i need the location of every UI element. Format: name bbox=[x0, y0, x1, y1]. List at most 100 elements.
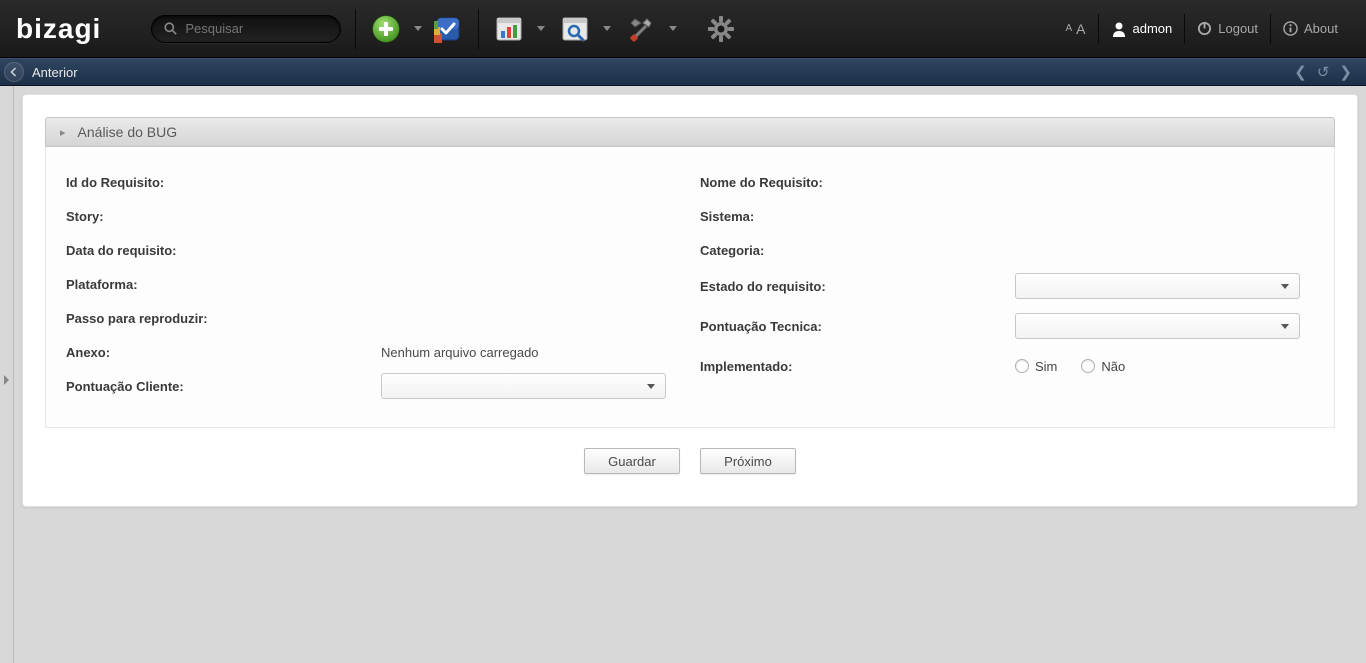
select-pontuacao-cliente[interactable] bbox=[381, 373, 666, 399]
field-anexo: Anexo: Nenhum arquivo carregado bbox=[66, 335, 680, 369]
field-implementado: Implementado: Sim Não bbox=[700, 349, 1314, 383]
about-label: About bbox=[1304, 21, 1338, 36]
chart-icon bbox=[495, 15, 523, 43]
expand-handle-icon bbox=[4, 375, 9, 385]
breadcrumb: Anterior ❮ ↺ ❯ bbox=[0, 58, 1366, 86]
radio-sim[interactable]: Sim bbox=[1015, 359, 1057, 374]
nav-next-icon[interactable]: ❯ bbox=[1339, 63, 1352, 81]
topbar: bizagi bbox=[0, 0, 1366, 58]
toolbar-reports-group bbox=[493, 13, 549, 45]
label-estado-requisito: Estado do requisito: bbox=[700, 279, 1015, 294]
radio-nao[interactable]: Não bbox=[1081, 359, 1125, 374]
radio-nao-label: Não bbox=[1101, 359, 1125, 374]
search-cases-button[interactable] bbox=[559, 13, 591, 45]
label-nome-requisito: Nome do Requisito: bbox=[700, 175, 1015, 190]
reports-button[interactable] bbox=[493, 13, 525, 45]
label-passo-reproduzir: Passo para reproduzir: bbox=[66, 311, 381, 326]
info-icon bbox=[1283, 21, 1298, 36]
label-categoria: Categoria: bbox=[700, 243, 1015, 258]
field-pontuacao-cliente: Pontuação Cliente: bbox=[66, 369, 680, 403]
field-plataforma: Plataforma: bbox=[66, 267, 680, 301]
field-story: Story: bbox=[66, 199, 680, 233]
field-data-requisito: Data do requisito: bbox=[66, 233, 680, 267]
dropdown-caret-icon bbox=[1281, 284, 1289, 289]
user-icon bbox=[1111, 21, 1127, 37]
left-column: Id do Requisito: Story: Data do requisit… bbox=[66, 165, 680, 403]
save-button[interactable]: Guardar bbox=[584, 448, 680, 474]
toolbar-search-group bbox=[559, 13, 615, 45]
field-id-requisito: Id do Requisito: bbox=[66, 165, 680, 199]
left-rail[interactable] bbox=[0, 86, 14, 663]
dropdown-caret-icon[interactable] bbox=[669, 26, 677, 31]
admin-button[interactable] bbox=[625, 13, 657, 45]
next-button[interactable]: Próximo bbox=[700, 448, 796, 474]
dropdown-caret-icon[interactable] bbox=[537, 26, 545, 31]
right-column: Nome do Requisito: Sistema: Categoria: E… bbox=[700, 165, 1314, 403]
field-nome-requisito: Nome do Requisito: bbox=[700, 165, 1314, 199]
settings-button[interactable] bbox=[705, 13, 737, 45]
select-estado-requisito[interactable] bbox=[1015, 273, 1300, 299]
separator bbox=[478, 9, 479, 49]
label-pontuacao-tecnica: Pontuação Tecnica: bbox=[700, 319, 1015, 334]
breadcrumb-label[interactable]: Anterior bbox=[32, 65, 78, 80]
select-pontuacao-tecnica[interactable] bbox=[1015, 313, 1300, 339]
nav-prev-icon[interactable]: ❮ bbox=[1294, 63, 1307, 81]
section-body: Id do Requisito: Story: Data do requisit… bbox=[45, 147, 1335, 428]
section-title: Análise do BUG bbox=[78, 124, 178, 140]
tools-icon bbox=[627, 15, 655, 43]
user-label: admon bbox=[1133, 21, 1173, 36]
label-data-requisito: Data do requisito: bbox=[66, 243, 381, 258]
field-pontuacao-tecnica: Pontuação Tecnica: bbox=[700, 309, 1314, 343]
gear-icon bbox=[706, 14, 736, 44]
logo: bizagi bbox=[16, 13, 101, 45]
about-button[interactable]: About bbox=[1271, 9, 1350, 49]
search-input[interactable] bbox=[185, 21, 328, 36]
font-small-icon: A bbox=[1065, 23, 1072, 34]
label-story: Story: bbox=[66, 209, 381, 224]
search-box[interactable] bbox=[151, 15, 341, 43]
search-window-icon bbox=[561, 15, 589, 43]
label-anexo: Anexo: bbox=[66, 345, 381, 360]
font-large-icon: A bbox=[1076, 21, 1085, 37]
radio-sim-label: Sim bbox=[1035, 359, 1057, 374]
label-sistema: Sistema: bbox=[700, 209, 1015, 224]
field-categoria: Categoria: bbox=[700, 233, 1314, 267]
font-size-toggle[interactable]: AA bbox=[1053, 9, 1097, 49]
field-passo-reproduzir: Passo para reproduzir: bbox=[66, 301, 680, 335]
label-id-requisito: Id do Requisito: bbox=[66, 175, 381, 190]
label-implementado: Implementado: bbox=[700, 359, 1015, 374]
new-button[interactable] bbox=[370, 13, 402, 45]
toolbar-admin-group bbox=[625, 13, 681, 45]
dropdown-caret-icon[interactable] bbox=[603, 26, 611, 31]
field-estado-requisito: Estado do requisito: bbox=[700, 269, 1314, 303]
main-area: ▸ Análise do BUG Id do Requisito: Story:… bbox=[14, 86, 1366, 663]
dropdown-caret-icon bbox=[1281, 324, 1289, 329]
workspace: ▸ Análise do BUG Id do Requisito: Story:… bbox=[0, 86, 1366, 663]
logout-label: Logout bbox=[1218, 21, 1258, 36]
user-menu[interactable]: admon bbox=[1099, 9, 1185, 49]
section-header[interactable]: ▸ Análise do BUG bbox=[45, 117, 1335, 147]
button-bar: Guardar Próximo bbox=[45, 428, 1335, 484]
dropdown-caret-icon bbox=[647, 384, 655, 389]
chevron-left-icon bbox=[9, 67, 19, 77]
logout-button[interactable]: Logout bbox=[1185, 9, 1270, 49]
tasks-button[interactable] bbox=[432, 13, 464, 45]
dropdown-caret-icon[interactable] bbox=[414, 26, 422, 31]
checkbox-icon bbox=[434, 15, 462, 43]
label-plataforma: Plataforma: bbox=[66, 277, 381, 292]
separator bbox=[355, 9, 356, 49]
nav-undo-icon[interactable]: ↺ bbox=[1317, 63, 1330, 81]
value-anexo: Nenhum arquivo carregado bbox=[381, 345, 680, 360]
chevron-right-icon: ▸ bbox=[60, 126, 66, 139]
back-button[interactable] bbox=[4, 62, 24, 82]
breadcrumb-nav: ❮ ↺ ❯ bbox=[1294, 63, 1362, 81]
search-icon bbox=[164, 22, 177, 35]
power-icon bbox=[1197, 21, 1212, 36]
form-panel: ▸ Análise do BUG Id do Requisito: Story:… bbox=[22, 94, 1358, 507]
plus-circle-icon bbox=[371, 14, 401, 44]
toolbar-new-group bbox=[370, 13, 426, 45]
radio-circle-icon bbox=[1015, 359, 1029, 373]
radio-circle-icon bbox=[1081, 359, 1095, 373]
radio-group-implementado: Sim Não bbox=[1015, 359, 1125, 374]
label-pontuacao-cliente: Pontuação Cliente: bbox=[66, 379, 381, 394]
